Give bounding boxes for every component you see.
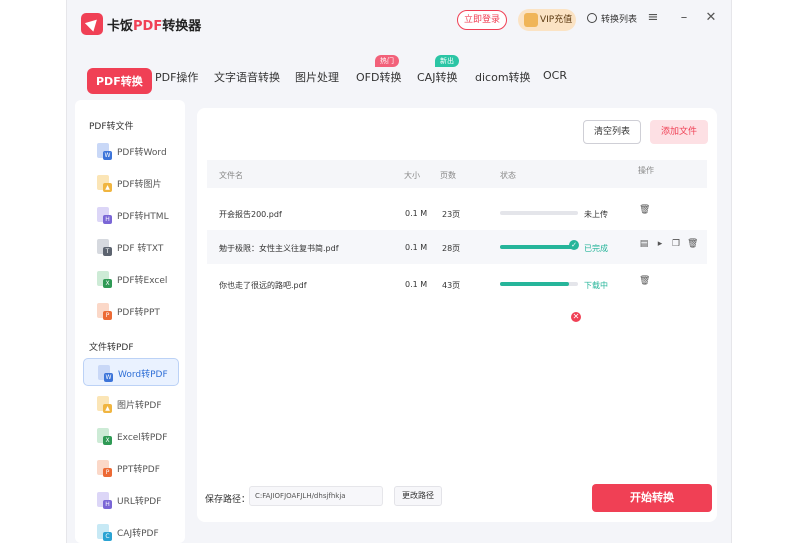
sidebar-item-pdf-to-html[interactable]: H PDF转HTML <box>83 201 179 229</box>
sidebar-item-pdf-to-txt[interactable]: T PDF 转TXT <box>83 233 179 261</box>
delete-icon[interactable]: 🗑 <box>687 239 698 250</box>
sidebar-item-pdf-to-word[interactable]: W PDF转Word <box>83 137 179 165</box>
tab-pdf-operations[interactable]: PDF操作 <box>155 69 198 85</box>
error-icon[interactable]: ✕ <box>571 312 581 322</box>
ppt-file-icon: P <box>97 303 112 320</box>
excel-file-icon: X <box>97 271 112 288</box>
convert-list-button[interactable]: 转换列表 <box>587 12 637 25</box>
ppt-file-icon: P <box>97 460 112 477</box>
sidebar-item-word-to-pdf[interactable]: W Word转PDF <box>83 358 179 386</box>
list-icon <box>587 13 597 23</box>
main-tabs: PDF转换 PDF操作 文字语音转换 图片处理 OFD转换 热门 CAJ转换 新… <box>67 55 731 98</box>
sidebar-section-pdf-to-file: PDF转文件 <box>89 122 134 132</box>
check-icon: ✓ <box>569 240 579 250</box>
hot-badge: 热门 <box>375 55 399 67</box>
column-header-ops: 操作 <box>638 166 654 175</box>
table-row: 开会报告200.pdf 0.1 M 23页 未上传 🗑 <box>207 196 707 230</box>
login-button[interactable]: 立即登录 <box>457 10 507 30</box>
sidebar-section-file-to-pdf: 文件转PDF <box>89 343 134 353</box>
url-file-icon: H <box>97 492 112 509</box>
delete-icon[interactable]: 🗑 <box>639 276 650 287</box>
sidebar-item-ppt-to-pdf[interactable]: P PPT转PDF <box>83 454 179 482</box>
sidebar-item-url-to-pdf[interactable]: H URL转PDF <box>83 486 179 514</box>
file-size: 0.1 M <box>405 280 428 289</box>
progress-bar <box>500 211 578 215</box>
open-file-icon[interactable]: ▤ <box>639 239 649 250</box>
file-pages: 28页 <box>442 244 461 253</box>
file-size: 0.1 M <box>405 243 428 252</box>
image-file-icon: ▲ <box>97 396 112 413</box>
progress-bar <box>500 282 578 286</box>
excel-file-icon: X <box>97 428 112 445</box>
tab-caj-convert[interactable]: CAJ转换 <box>417 69 457 85</box>
table-row: 勉于极限：女性主义往复书简.pdf 0.1 M 28页 ✓ 已完成 ▤ ▸ ❐ … <box>207 230 707 264</box>
open-folder-icon[interactable]: ▸ <box>655 239 665 250</box>
save-path-label: 保存路径： <box>205 495 251 505</box>
copy-icon[interactable]: ❐ <box>671 239 681 250</box>
vip-recharge-button[interactable]: VIP充值 <box>518 9 576 31</box>
crown-icon <box>524 13 538 27</box>
file-size: 0.1 M <box>405 209 428 218</box>
sidebar-item-excel-to-pdf[interactable]: X Excel转PDF <box>83 422 179 450</box>
sidebar-item-caj-to-pdf[interactable]: C CAJ转PDF <box>83 518 179 543</box>
file-name: 勉于极限：女性主义往复书简.pdf <box>219 244 339 253</box>
close-icon[interactable]: ✕ <box>703 10 719 26</box>
save-path-field[interactable]: C:FAJIOFJOAFJLH/dhsjfhkja <box>249 486 383 506</box>
sidebar-item-pdf-to-ppt[interactable]: P PDF转PPT <box>83 297 179 325</box>
tab-ofd-convert[interactable]: OFD转换 <box>356 69 401 85</box>
progress-bar <box>500 245 578 249</box>
title-bar: 卡饭PDF转换器 立即登录 VIP充值 转换列表 ≡ – ✕ <box>67 0 731 42</box>
caj-file-icon: C <box>97 524 112 541</box>
image-file-icon: ▲ <box>97 175 112 192</box>
file-pages: 43页 <box>442 281 461 290</box>
new-badge: 新出 <box>435 55 459 67</box>
sidebar-item-pdf-to-excel[interactable]: X PDF转Excel <box>83 265 179 293</box>
column-header-size: 大小 <box>404 171 420 180</box>
change-path-button[interactable]: 更改路径 <box>394 486 442 506</box>
tab-dicom-convert[interactable]: dicom转换 <box>475 69 531 85</box>
status-text: 下载中 <box>584 281 608 290</box>
app-name: 卡饭PDF转换器 <box>107 19 202 34</box>
sidebar-item-image-to-pdf[interactable]: ▲ 图片转PDF <box>83 390 179 418</box>
tab-image-processing[interactable]: 图片处理 <box>295 69 339 85</box>
clear-list-button[interactable]: 清空列表 <box>583 120 641 144</box>
column-header-name: 文件名 <box>219 171 243 180</box>
file-pages: 23页 <box>442 210 461 219</box>
tab-ocr[interactable]: OCR <box>543 69 567 82</box>
add-file-button[interactable]: 添加文件 <box>650 120 708 144</box>
sidebar-item-pdf-to-image[interactable]: ▲ PDF转图片 <box>83 169 179 197</box>
html-file-icon: H <box>97 207 112 224</box>
table-row: 你也走了很远的路吧.pdf 0.1 M 43页 下载中 🗑 <box>207 267 707 301</box>
txt-file-icon: T <box>97 239 112 256</box>
minimize-icon[interactable]: – <box>676 10 692 26</box>
app-logo-icon <box>81 13 103 35</box>
file-name: 你也走了很远的路吧.pdf <box>219 281 307 290</box>
word-file-icon: W <box>98 365 113 382</box>
column-header-pages: 页数 <box>440 171 456 180</box>
sidebar: PDF转文件 W PDF转Word ▲ PDF转图片 H PDF转HTML T … <box>75 100 185 543</box>
menu-icon[interactable]: ≡ <box>645 10 661 26</box>
file-name: 开会报告200.pdf <box>219 210 282 219</box>
tab-pdf-convert[interactable]: PDF转换 <box>87 68 152 94</box>
word-file-icon: W <box>97 143 112 160</box>
table-header: 文件名 大小 页数 状态 操作 <box>207 160 707 188</box>
status-text: 已完成 <box>584 244 608 253</box>
status-text: 未上传 <box>584 210 608 219</box>
file-list-panel: 清空列表 添加文件 文件名 大小 页数 状态 操作 开会报告200.pdf 0.… <box>197 108 717 522</box>
start-convert-button[interactable]: 开始转换 <box>592 484 712 512</box>
column-header-status: 状态 <box>500 171 516 180</box>
delete-icon[interactable]: 🗑 <box>639 205 650 216</box>
app-window: 卡饭PDF转换器 立即登录 VIP充值 转换列表 ≡ – ✕ PDF转换 PDF… <box>66 0 732 543</box>
tab-text-speech[interactable]: 文字语音转换 <box>214 69 280 85</box>
